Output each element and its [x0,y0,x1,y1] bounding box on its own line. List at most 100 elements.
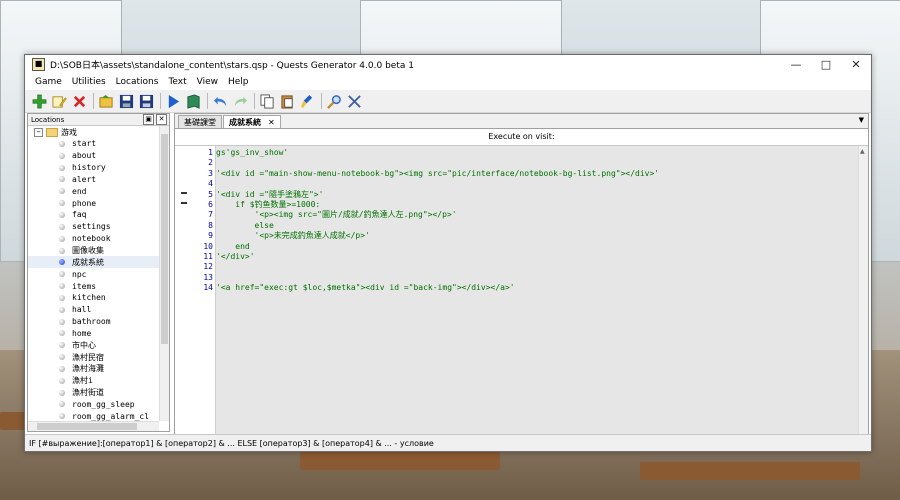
location-item[interactable]: items [28,280,159,292]
help-book-button[interactable] [184,92,203,111]
maximize-button[interactable]: □ [811,55,841,74]
code-line: 2 [189,158,659,168]
code-lines: 1 gs'gs_inv_show' 2 3 '<div id ="main-show-m… [189,148,659,293]
line-number: 5 [208,189,213,199]
tab-achievements[interactable]: 成就系統 ✕ [223,115,281,128]
menu-game[interactable]: Game [30,77,67,87]
code-text: if $钓鱼数量>=1000: [216,199,321,209]
location-label: 圖像收集 [72,246,104,256]
save-as-button[interactable] [137,92,156,111]
location-item[interactable]: notebook [28,233,159,245]
location-item[interactable]: 漁村海灘 [28,363,159,375]
settings-tools-button[interactable] [345,92,364,111]
locations-horizontal-scrollbar[interactable] [28,421,159,431]
menu-text[interactable]: Text [163,77,191,87]
code-line: 11 '</div>' [189,252,659,262]
location-item[interactable]: about [28,150,159,162]
menu-utilities[interactable]: Utilities [67,77,111,87]
location-item[interactable]: end [28,185,159,197]
clear-button[interactable] [298,92,317,111]
tab-list-dropdown-icon[interactable]: ▼ [859,116,864,124]
menu-help[interactable]: Help [223,77,254,87]
find-button[interactable] [325,92,344,111]
tree-root[interactable]: − 游戏 [28,126,159,138]
run-game-button[interactable] [164,92,183,111]
location-item[interactable]: alert [28,174,159,186]
tab-label: 基礎課堂 [184,117,216,127]
fold-marker-icon[interactable] [181,202,187,204]
tab-close-icon[interactable]: ✕ [268,118,275,127]
menu-locations[interactable]: Locations [111,77,164,87]
location-item[interactable]: 漁村i [28,375,159,387]
rename-location-button[interactable] [50,92,69,111]
line-number: 8 [208,220,213,230]
location-label: room_gg_sleep [72,399,135,409]
add-location-button[interactable] [30,92,49,111]
location-bullet-icon [59,330,65,337]
location-bullet-icon [59,259,65,266]
redo-button[interactable] [231,92,250,111]
location-item[interactable]: room_gg_alarm_cl [28,410,159,421]
location-item[interactable]: room_gg_sleep [28,399,159,411]
minimize-button[interactable]: — [781,55,811,74]
location-bullet-icon [59,401,65,408]
clear-icon [300,94,313,108]
location-label: kitchen [72,293,106,303]
collapse-icon[interactable]: − [34,127,43,137]
background-desk [640,462,860,480]
undo-button[interactable] [211,92,230,111]
save-game-button[interactable] [117,92,136,111]
code-vertical-scrollbar[interactable]: ▲ ▼ [858,146,868,444]
locations-vertical-scrollbar[interactable] [159,126,169,421]
location-item[interactable]: hall [28,304,159,316]
location-item[interactable]: bathroom [28,316,159,328]
open-game-button[interactable] [97,92,116,111]
close-button[interactable]: ✕ [841,55,871,74]
panel-float-button[interactable]: ▣ [143,114,154,125]
location-item[interactable]: kitchen [28,292,159,304]
rename-location-icon [52,95,67,108]
location-item[interactable]: start [28,138,159,150]
location-bullet-icon [59,354,65,361]
scroll-up-icon[interactable]: ▲ [860,148,865,155]
scroll-thumb[interactable] [161,134,168,344]
toolbar-separator [321,93,322,109]
code-text: end [216,241,250,251]
code-line: 3 '<div id ="main-show-menu-notebook-bg">… [189,169,659,179]
fold-marker-icon[interactable] [181,192,187,194]
panel-close-button[interactable]: ✕ [156,114,167,125]
menu-view[interactable]: View [192,77,223,87]
location-bullet-icon [59,294,65,301]
location-label: npc [72,269,87,279]
code-editor[interactable]: 1 gs'gs_inv_show' 2 3 '<div id ="main-show-m… [175,146,858,444]
location-item[interactable]: npc [28,268,159,280]
line-number: 6 [208,199,213,209]
code-line: 5 '<div id ="隨手塗鴉左">' [189,190,659,200]
location-label: faq [72,210,87,220]
delete-location-icon [73,95,86,107]
copy-button[interactable] [258,92,277,111]
location-item[interactable]: history [28,162,159,174]
location-bullet-icon [59,211,65,218]
location-item[interactable]: phone [28,197,159,209]
close-icon: ✕ [851,58,861,71]
folder-icon [46,127,58,137]
app-window: ■ D:\SOB日本\assets\standalone_content\sta… [24,54,872,452]
location-item[interactable]: 圖像收集 [28,245,159,257]
tab-basic-class[interactable]: 基礎課堂 [178,115,222,128]
scroll-thumb[interactable] [37,423,137,430]
execute-on-visit-header: Execute on visit: [175,129,868,146]
location-item[interactable]: home [28,328,159,340]
paste-button[interactable] [278,92,297,111]
line-number: 2 [208,158,213,168]
settings-tools-icon [348,94,361,108]
location-item[interactable]: settings [28,221,159,233]
location-item[interactable]: faq [28,209,159,221]
location-item[interactable]: 漁村民宿 [28,351,159,363]
delete-location-button[interactable] [70,92,89,111]
location-item[interactable]: 漁村街道 [28,387,159,399]
location-bullet-icon [59,152,65,159]
location-item[interactable]: 市中心 [28,339,159,351]
location-item[interactable]: 成就系統 [28,256,159,269]
code-line: 12 [189,262,659,272]
